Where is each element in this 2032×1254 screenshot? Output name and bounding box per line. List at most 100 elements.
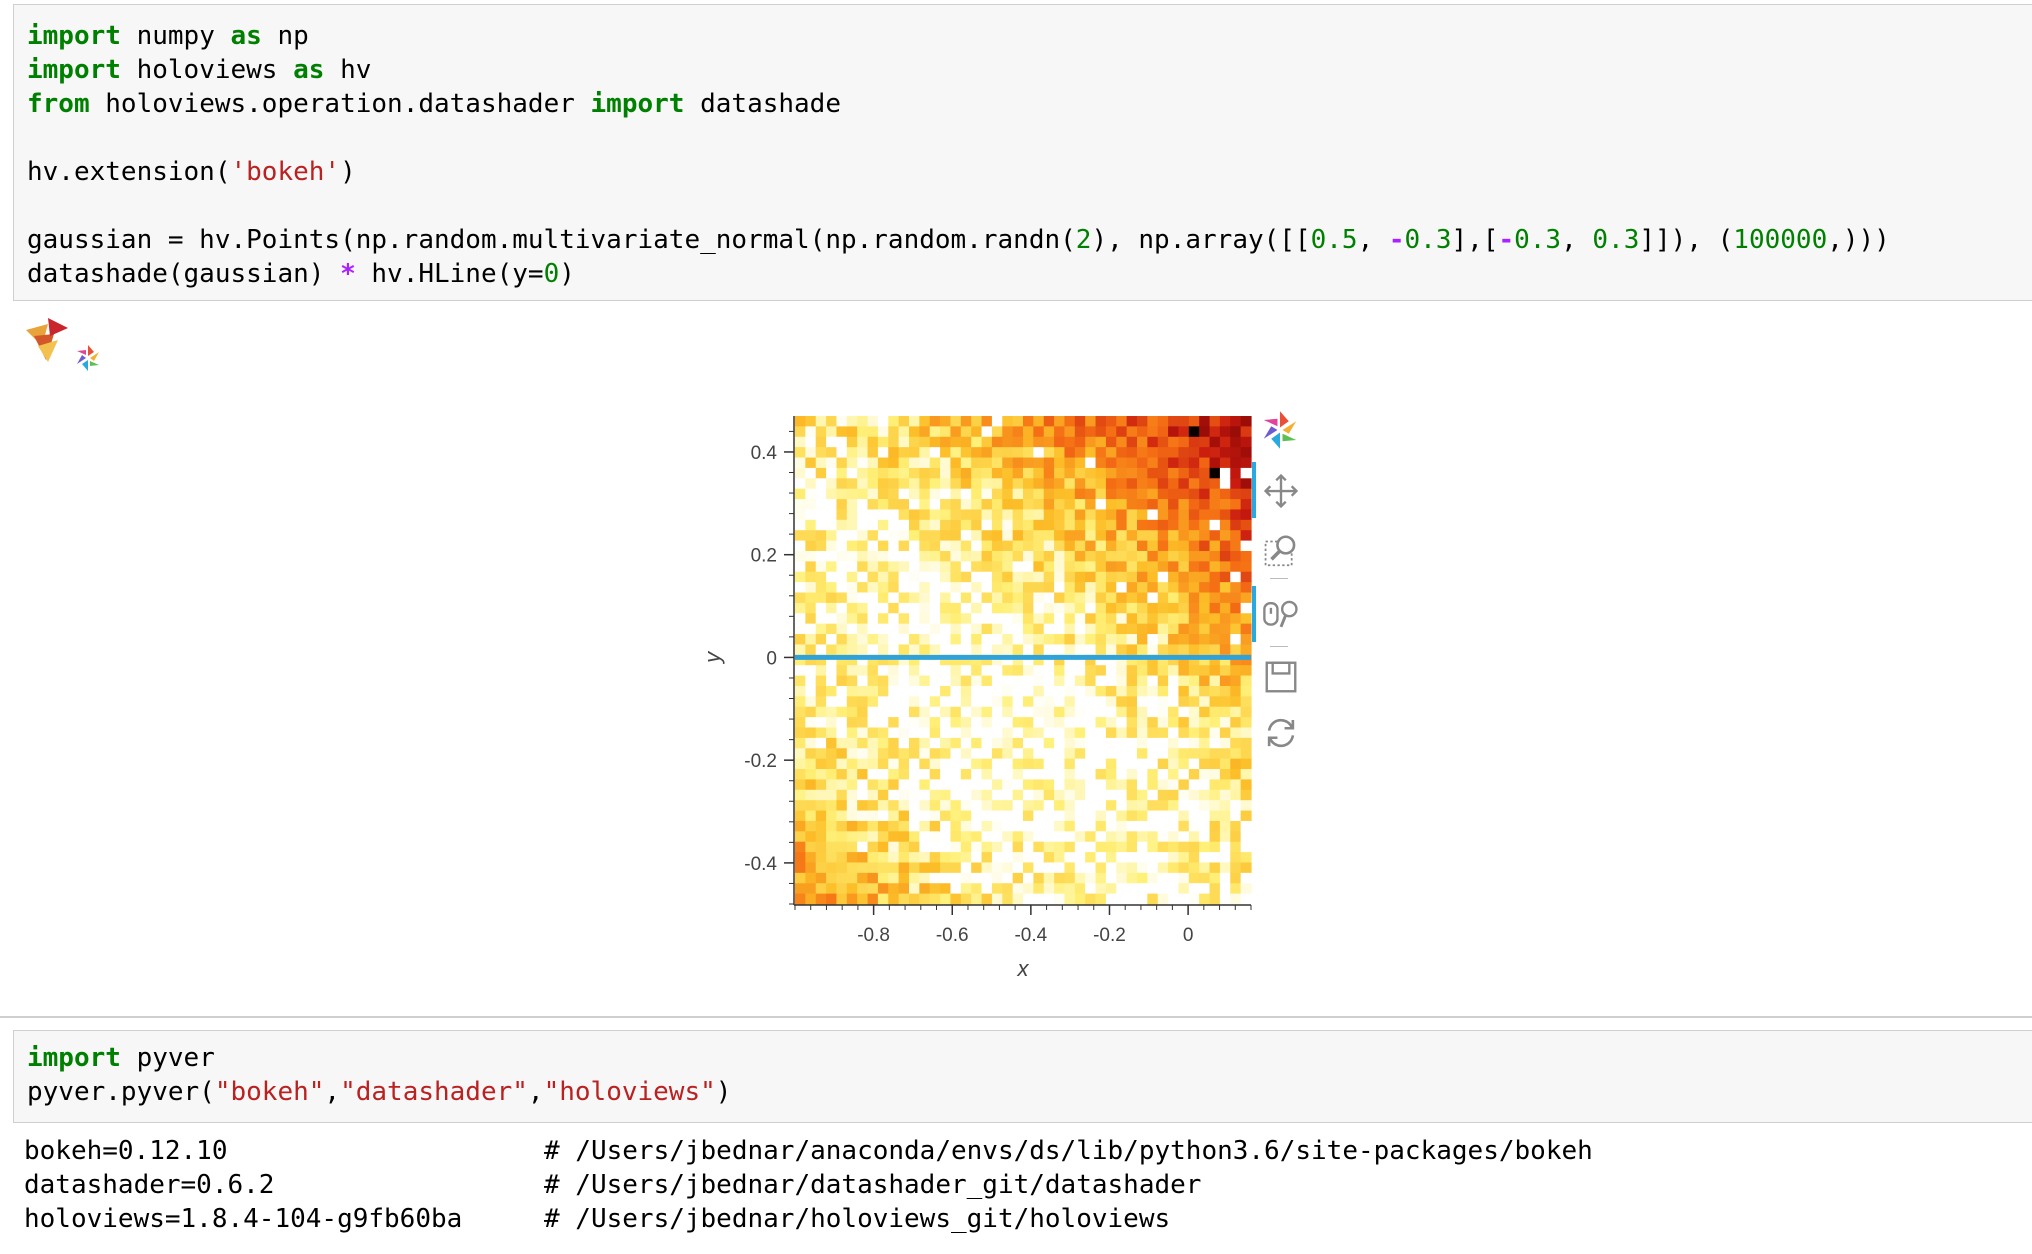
- heatmap-cell: [888, 706, 900, 718]
- heatmap-cell: [971, 582, 983, 594]
- heatmap-cell: [929, 436, 941, 448]
- heatmap-cell: [836, 550, 848, 562]
- heatmap-cell: [877, 561, 889, 573]
- heatmap-cell: [981, 779, 993, 791]
- code-editor-1[interactable]: import numpy as np import holoviews as hv…: [14, 19, 1890, 291]
- heatmap-cell: [1054, 457, 1066, 469]
- heatmap-cell: [867, 478, 879, 490]
- heatmap-cell: [877, 831, 889, 843]
- heatmap-cell: [888, 467, 900, 479]
- heatmap-cell: [1157, 499, 1169, 511]
- heatmap-cell: [940, 509, 952, 521]
- heatmap-cell: [898, 852, 910, 864]
- heatmap-cell: [1126, 717, 1138, 729]
- heatmap-cell: [950, 872, 962, 884]
- pan-icon[interactable]: [1262, 472, 1300, 510]
- heatmap-cell: [971, 706, 983, 718]
- heatmap-cell: [1085, 519, 1097, 531]
- code-token: datashade(gaussian): [27, 259, 341, 289]
- heatmap-cell: [1064, 499, 1076, 511]
- heatmap-cell: [1012, 769, 1024, 780]
- heatmap-cell: [960, 717, 972, 729]
- heatmap-cell: [1012, 872, 1024, 884]
- heatmap-cell: [1074, 644, 1086, 656]
- heatmap-cell: [836, 685, 848, 697]
- heatmap-cell: [815, 717, 827, 729]
- heatmap-cell: [1209, 416, 1221, 427]
- heatmap-cell: [919, 447, 931, 459]
- heatmap-cell: [940, 561, 952, 573]
- reset-icon[interactable]: [1262, 714, 1300, 752]
- code-cell-2[interactable]: import pyver pyver.pyver("bokeh","datasha…: [13, 1030, 2032, 1123]
- heatmap-cell: [1043, 727, 1055, 739]
- heatmap-cell: [805, 758, 817, 770]
- heatmap-cell: [991, 530, 1003, 542]
- heatmap-cell: [1002, 872, 1014, 884]
- heatmap-cell: [888, 737, 900, 749]
- heatmap-cell: [981, 457, 993, 469]
- datashade-hline-chart[interactable]: -0.8 -0.6 -0.4 -0.2 0-0.4-0.200.20.4 x y: [690, 400, 1330, 1000]
- heatmap-cell: [1085, 769, 1097, 780]
- heatmap-cell: [919, 592, 931, 604]
- heatmap-cell: [1219, 872, 1231, 884]
- heatmap-cell: [1147, 685, 1159, 697]
- heatmap-cell: [898, 519, 910, 531]
- heatmap-cell: [1095, 457, 1107, 469]
- heatmap-cell: [1033, 706, 1045, 718]
- heatmap-cell: [929, 665, 941, 677]
- heatmap-cell: [877, 748, 889, 760]
- bokeh-logo-icon[interactable]: [1260, 410, 1300, 450]
- heatmap-cell: [846, 467, 858, 479]
- heatmap-cell: [877, 592, 889, 604]
- bokeh-plot[interactable]: -0.8 -0.6 -0.4 -0.2 0 -0.4 -0.2 0 0.2 0.4 x y: [690, 400, 1330, 1000]
- heatmap-cell: [1147, 561, 1159, 573]
- heatmap-cell: [815, 540, 827, 552]
- save-icon[interactable]: [1262, 658, 1300, 696]
- heatmap-cell: [1137, 582, 1148, 594]
- heatmap-cell: [1074, 893, 1086, 905]
- heatmap-cell: [846, 499, 858, 511]
- box-zoom-icon[interactable]: [1262, 532, 1300, 570]
- wheel-zoom-icon[interactable]: [1262, 596, 1300, 634]
- heatmap-cell: [1023, 509, 1034, 521]
- heatmap-cell: [1095, 467, 1107, 479]
- heatmap-cell: [1023, 758, 1034, 770]
- heatmap-cell: [888, 416, 900, 427]
- heatmap-cell: [919, 737, 931, 749]
- heatmap-cell: [1219, 706, 1231, 718]
- code-token: "datashader": [340, 1077, 528, 1107]
- heatmap-cell: [1230, 623, 1242, 635]
- heatmap-cell: [1085, 872, 1097, 884]
- heatmap-cell: [1043, 675, 1055, 687]
- heatmap-cell: [857, 820, 869, 832]
- heatmap-cell: [815, 457, 827, 469]
- heatmap-cell: [940, 685, 952, 697]
- heatmap-cell: [1002, 571, 1014, 583]
- heatmap-cell: [877, 623, 889, 635]
- heatmap-cell: [950, 737, 962, 749]
- heatmap-cell: [1230, 436, 1242, 448]
- heatmap-cell: [1219, 800, 1231, 812]
- heatmap-cell: [1209, 893, 1221, 905]
- code-editor-2[interactable]: import pyver pyver.pyver("bokeh","datasha…: [14, 1041, 731, 1109]
- code-cell-1[interactable]: import numpy as np import holoviews as hv…: [13, 4, 2032, 301]
- heatmap-cell: [960, 685, 972, 697]
- heatmap-cell: [981, 561, 993, 573]
- heatmap-cell: [909, 748, 920, 760]
- heatmap-cell: [1137, 602, 1148, 614]
- heatmap-cell: [888, 862, 900, 874]
- heatmap-cell: [877, 582, 889, 594]
- heatmap-cell: [991, 519, 1003, 531]
- heatmap-cell: [888, 592, 900, 604]
- heatmap-cell: [919, 779, 931, 791]
- heatmap-cell: [1074, 467, 1086, 479]
- heatmap-cell: [1043, 416, 1055, 427]
- heatmap-cell: [1085, 509, 1097, 521]
- heatmap-cell: [1178, 436, 1190, 448]
- heatmap-cell: [1199, 436, 1211, 448]
- heatmap-cell: [1085, 893, 1097, 905]
- heatmap-cell: [1095, 810, 1107, 822]
- heatmap-cell: [1209, 810, 1221, 822]
- heatmap-cell: [971, 727, 983, 739]
